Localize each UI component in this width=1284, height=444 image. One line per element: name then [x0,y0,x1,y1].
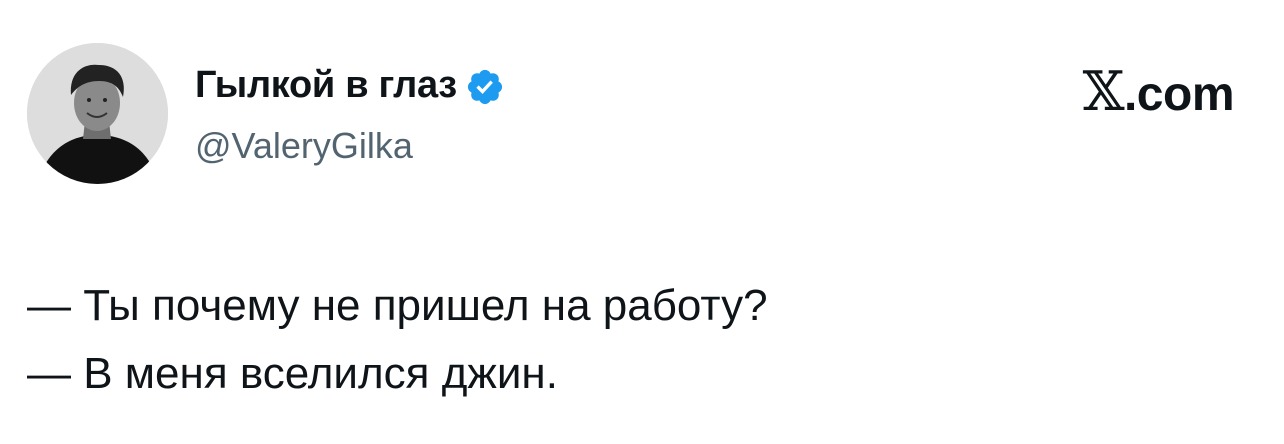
tweet-text: — Ты почему не пришел на работу? — В мен… [27,272,1227,408]
brand-suffix: .com [1123,68,1235,121]
tweet-line: — Ты почему не пришел на работу? [27,281,768,330]
tweet-line: — В меня вселился джин. [27,349,558,398]
x-com-logo: 𝕏 .com [1082,60,1235,127]
author-display-name[interactable]: Гылкой в глаз [195,60,457,110]
x-logo-icon: 𝕏 [1082,60,1125,123]
avatar[interactable] [27,43,168,184]
author-name-row[interactable]: Гылкой в глаз [195,60,505,110]
verified-badge-icon [465,67,505,107]
avatar-photo-icon [27,43,168,184]
author-handle[interactable]: @ValeryGilka [195,122,413,170]
